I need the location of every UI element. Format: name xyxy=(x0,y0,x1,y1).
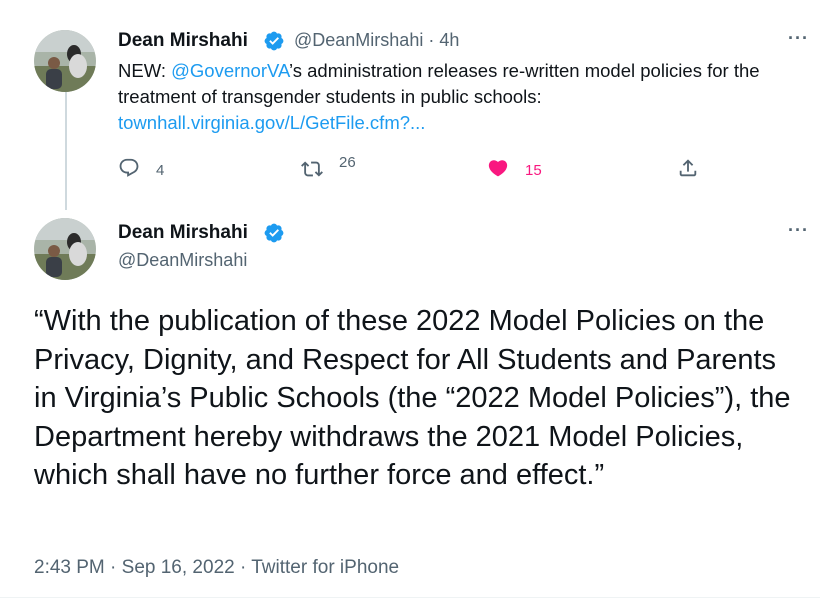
retweet-count: 26 xyxy=(339,154,356,171)
more-options-icon[interactable]: ··· xyxy=(788,28,809,49)
separator-dot: · xyxy=(239,557,247,578)
share-icon xyxy=(677,157,699,184)
author-name[interactable]: Dean Mirshahi xyxy=(118,30,248,52)
avatar[interactable] xyxy=(34,30,96,92)
thread-line xyxy=(65,92,67,210)
url-link[interactable]: townhall.virginia.gov/L/GetFile.cfm?... xyxy=(118,112,425,133)
tweet-date[interactable]: Sep 16, 2022 xyxy=(122,557,235,578)
avatar-photo xyxy=(34,218,96,280)
retweet-icon xyxy=(301,158,323,185)
avatar-photo xyxy=(34,30,96,92)
tweet-source[interactable]: Twitter for iPhone xyxy=(251,557,399,578)
heart-icon xyxy=(487,157,509,184)
like-count: 15 xyxy=(525,162,542,179)
divider xyxy=(0,597,820,598)
author-handle[interactable]: @DeanMirshahi xyxy=(294,30,423,50)
mention-link[interactable]: @GovernorVA xyxy=(171,60,289,81)
author-handle[interactable]: @DeanMirshahi xyxy=(118,250,247,271)
avatar[interactable] xyxy=(34,218,96,280)
reply-count: 4 xyxy=(156,162,165,179)
tweet-metadata: 2:43 PM · Sep 16, 2022 · Twitter for iPh… xyxy=(34,557,399,579)
reply-button[interactable]: 4 xyxy=(118,157,164,184)
author-name[interactable]: Dean Mirshahi xyxy=(118,222,248,244)
separator-dot: · xyxy=(428,30,435,50)
retweet-button[interactable]: 26 xyxy=(301,154,356,185)
share-button[interactable] xyxy=(677,157,699,184)
tweet-text: “With the publication of these 2022 Mode… xyxy=(34,305,791,491)
reply-icon xyxy=(118,157,140,184)
separator-dot: · xyxy=(110,557,117,578)
tweet-timestamp[interactable]: 4h xyxy=(439,30,459,50)
tweet-time[interactable]: 2:43 PM xyxy=(34,557,105,578)
tweet-text: NEW: @GovernorVA’s administration releas… xyxy=(118,58,808,136)
verified-badge-icon xyxy=(263,30,285,52)
more-options-icon[interactable]: ··· xyxy=(788,220,809,241)
tweet-text-prefix: NEW: xyxy=(118,60,172,81)
like-button[interactable]: 15 xyxy=(487,157,542,184)
verified-badge-icon xyxy=(263,222,285,244)
